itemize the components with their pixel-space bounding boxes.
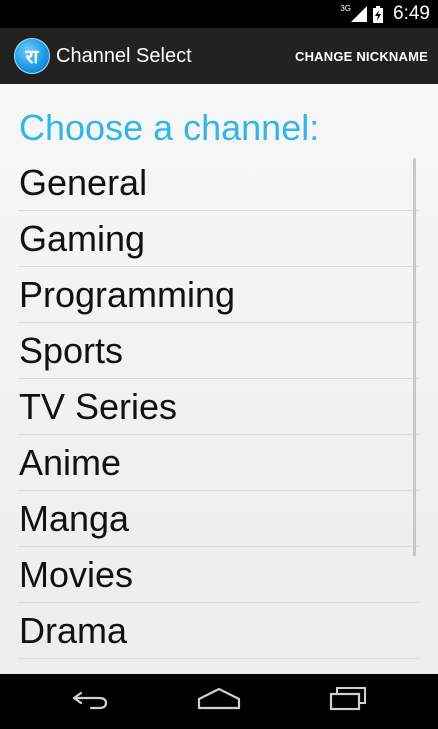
app-logo-icon[interactable]: रा: [14, 38, 50, 74]
screen: 3G 6:49 रा Channel Select CHANGE NICKNAM…: [0, 0, 438, 729]
list-item-sports[interactable]: Sports: [18, 323, 419, 379]
status-bar: 3G 6:49: [0, 0, 438, 28]
list-item-manga[interactable]: Manga: [18, 491, 419, 547]
status-icons: 3G 6:49: [340, 0, 430, 28]
clock: 6:49: [393, 3, 430, 24]
back-icon: [71, 687, 111, 716]
back-button[interactable]: [51, 674, 131, 729]
home-button[interactable]: [179, 674, 259, 729]
recents-icon: [327, 686, 369, 717]
list-item-programming[interactable]: Programming: [18, 267, 419, 323]
network-type-label: 3G: [340, 3, 352, 13]
page-title: Channel Select: [56, 44, 192, 67]
main-content: Choose a channel: General Gaming Program…: [0, 84, 438, 674]
list-scrollbar[interactable]: [413, 158, 416, 556]
list-item-label: Movies: [19, 553, 134, 595]
list-item-label: Drama: [19, 609, 128, 651]
list-item-label: TV Series: [19, 385, 178, 427]
channel-heading: Choose a channel:: [19, 107, 320, 148]
action-bar: रा Channel Select CHANGE NICKNAME: [0, 28, 438, 84]
list-item-gaming[interactable]: Gaming: [18, 211, 419, 267]
list-item-label: Gaming: [19, 217, 146, 259]
list-item-label: Manga: [19, 497, 130, 539]
list-item-label: Programming: [19, 273, 236, 315]
list-item-label: Sports: [19, 329, 124, 371]
home-icon: [197, 686, 241, 717]
signal-icon: [351, 6, 368, 22]
list-item-anime[interactable]: Anime: [18, 435, 419, 491]
navigation-bar: [0, 674, 438, 729]
battery-icon: [373, 5, 384, 23]
app-logo-glyph: रा: [25, 47, 39, 68]
list-item-label: General: [19, 161, 148, 203]
list-item-movies[interactable]: Movies: [18, 547, 419, 603]
recents-button[interactable]: [308, 674, 388, 729]
list-item-tv-series[interactable]: TV Series: [18, 379, 419, 435]
channel-list[interactable]: General Gaming Programming Sports TV Ser…: [18, 155, 419, 674]
list-item-label: Anime: [19, 441, 122, 483]
list-item-drama[interactable]: Drama: [18, 603, 419, 659]
list-item-general[interactable]: General: [18, 155, 419, 211]
change-nickname-button[interactable]: CHANGE NICKNAME: [295, 28, 428, 84]
